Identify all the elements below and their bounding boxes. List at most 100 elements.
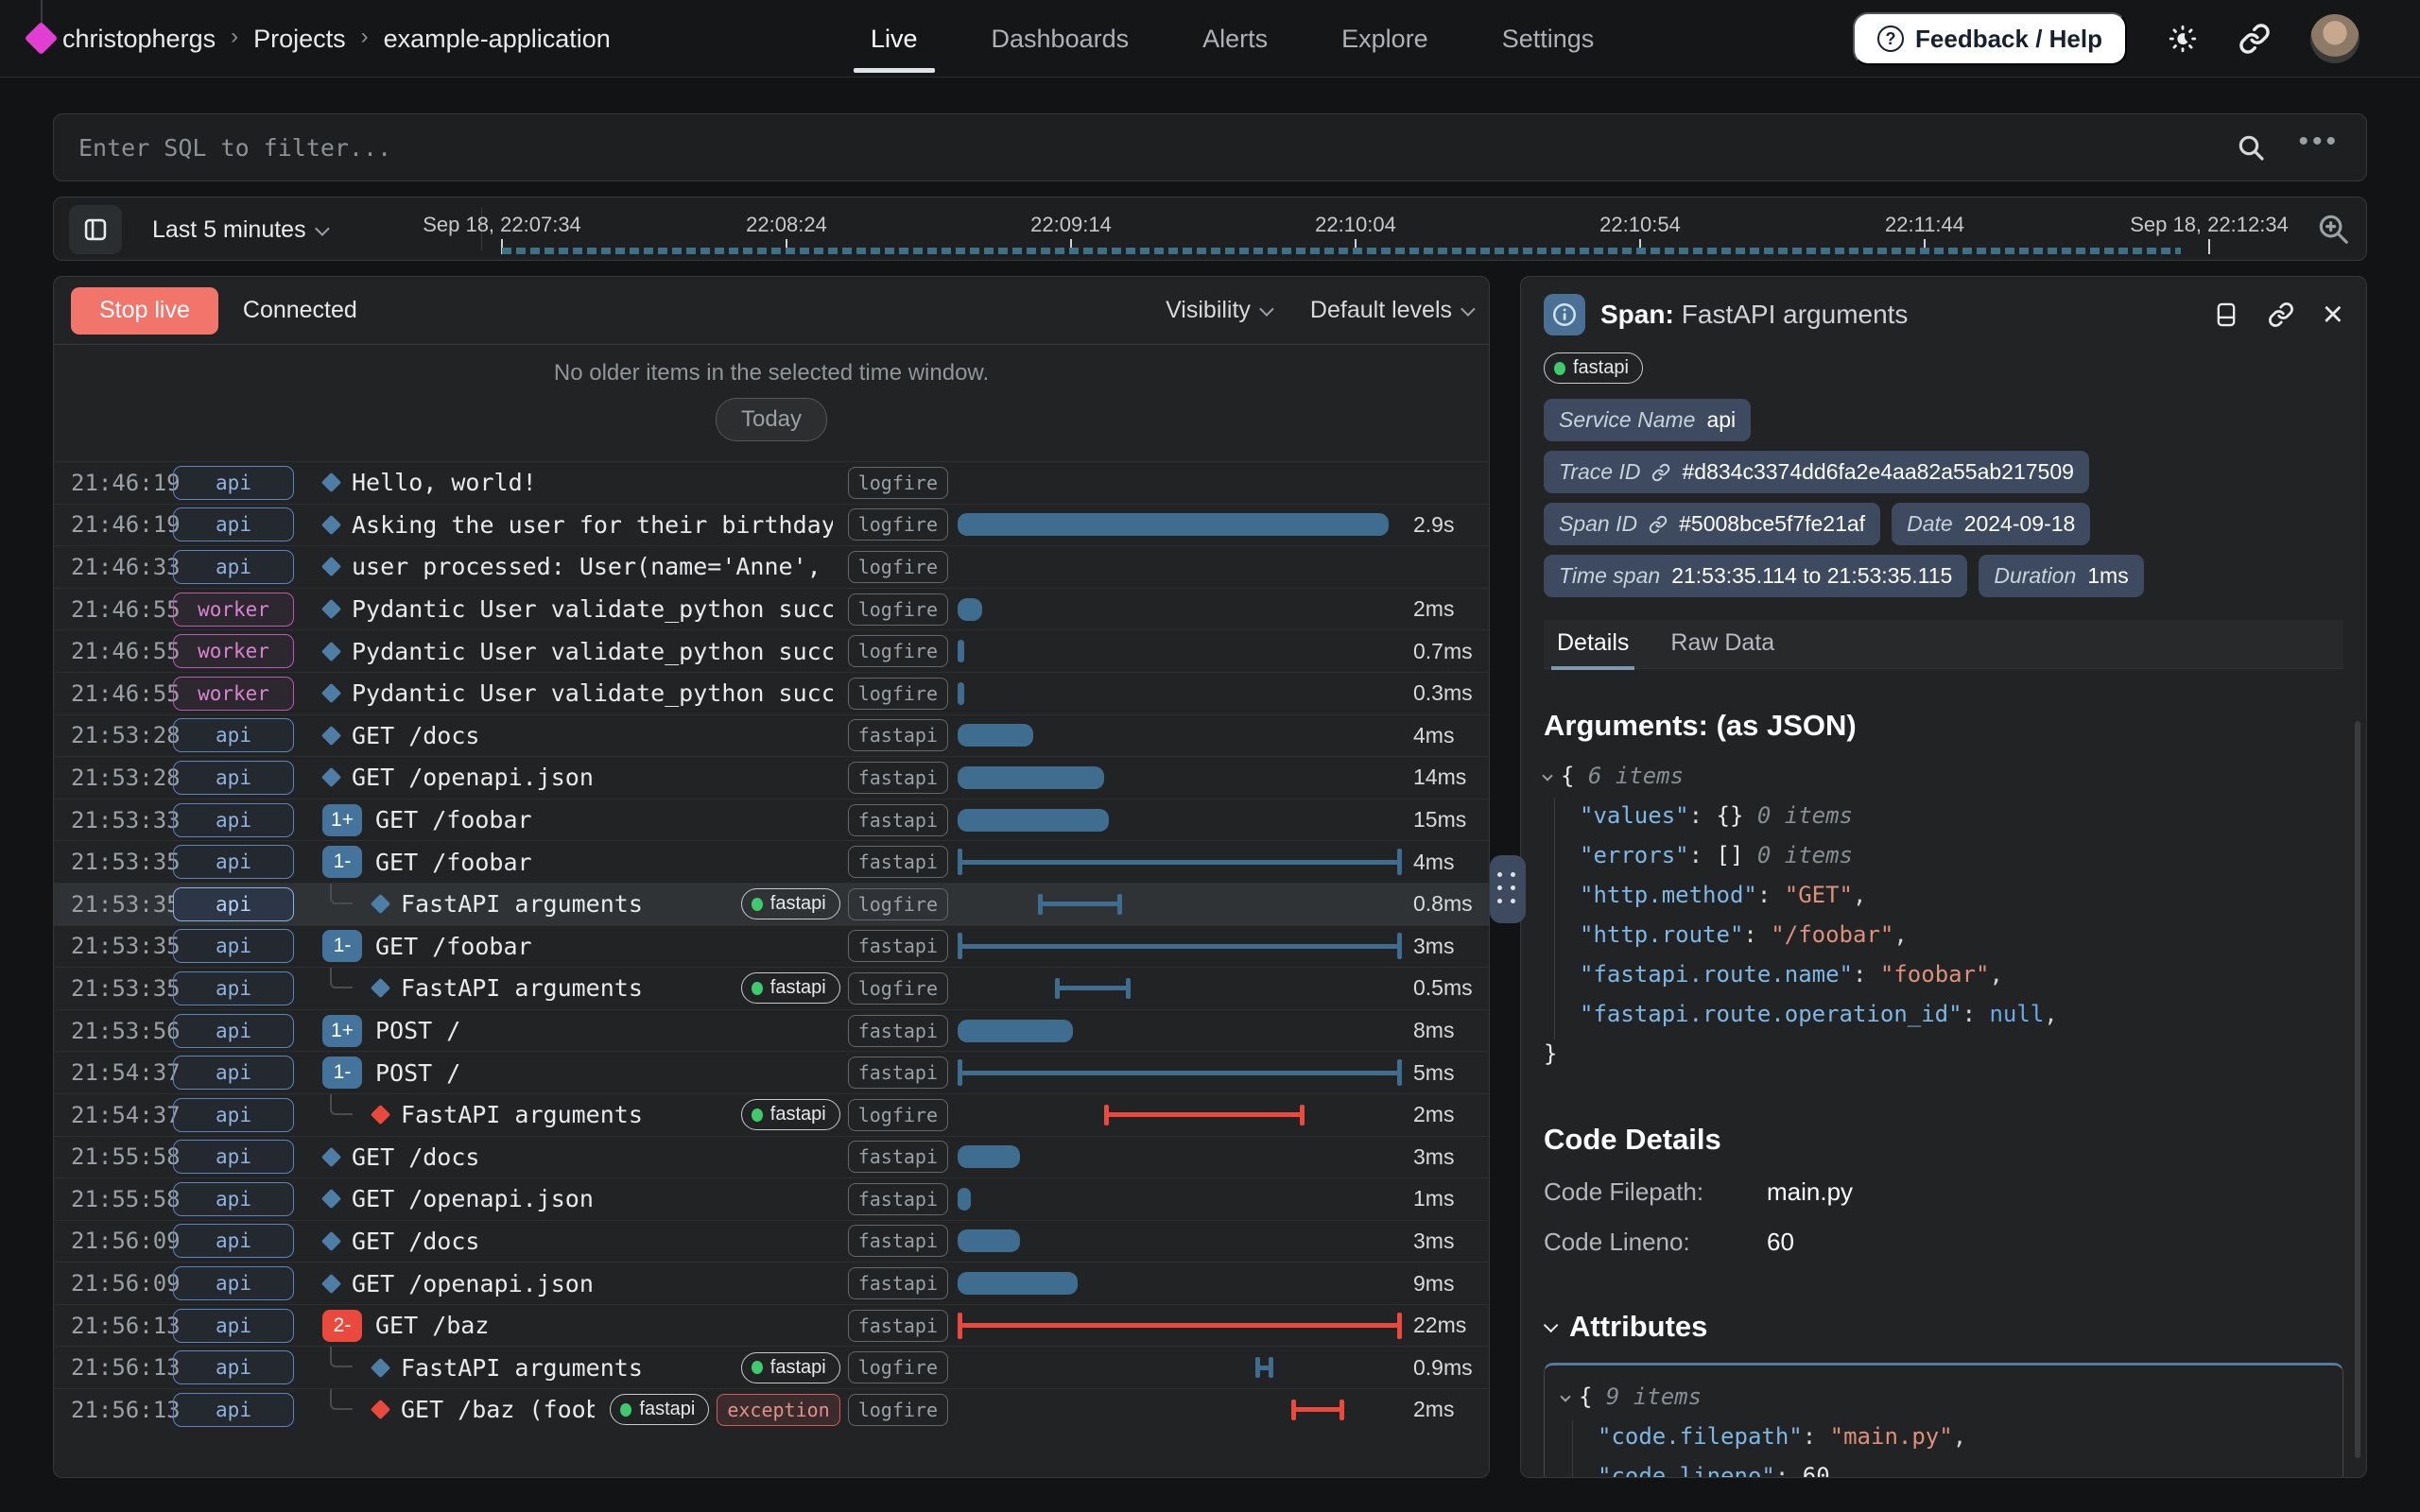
visibility-label: Visibility — [1166, 297, 1251, 324]
timeline-tick-label: 22:08:24 — [746, 213, 827, 237]
span-tags: logfire — [833, 635, 958, 667]
copy-link-icon[interactable] — [2268, 301, 2294, 328]
trace-row[interactable]: 21:54:37api1-POST /fastapi5ms — [54, 1051, 1489, 1093]
trace-row[interactable]: 21:53:35api1-GET /foobarfastapi3ms — [54, 925, 1489, 968]
duration-bar-zone — [958, 1347, 1402, 1388]
duration-bar-zone — [958, 1263, 1402, 1304]
breadcrumb-project[interactable]: example-application — [384, 25, 611, 54]
visibility-dropdown[interactable]: Visibility — [1166, 297, 1270, 324]
trace-row[interactable]: 21:56:09apiGET /openapi.jsonfastapi9ms — [54, 1262, 1489, 1304]
metadata-chip: Date2024-09-18 — [1892, 503, 2090, 545]
tab-details[interactable]: Details — [1557, 629, 1629, 668]
expand-badge[interactable]: 1+ — [322, 804, 362, 836]
trace-row[interactable]: 21:55:58apiGET /openapi.jsonfastapi1ms — [54, 1177, 1489, 1220]
sql-filter-input[interactable] — [54, 114, 2236, 180]
logfire-logo-icon[interactable] — [25, 22, 58, 55]
today-button[interactable]: Today — [716, 398, 827, 441]
trace-row[interactable]: 21:46:55workerPydantic User validate_pyt… — [54, 672, 1489, 714]
trace-row[interactable]: 21:53:35apiFastAPI argumentsfastapilogfi… — [54, 967, 1489, 1009]
trace-row[interactable]: 21:53:33api1+GET /foobarfastapi15ms — [54, 799, 1489, 841]
history-notice: No older items in the selected time wind… — [54, 345, 1489, 461]
breadcrumb-org[interactable]: christophergs — [62, 25, 216, 54]
theme-toggle-button[interactable] — [2167, 23, 2199, 55]
trace-row[interactable]: 21:56:13apiGET /baz (foobar)fastapiexcep… — [54, 1388, 1489, 1431]
trace-row[interactable]: 21:56:13api2-GET /bazfastapi22ms — [54, 1304, 1489, 1347]
breadcrumb: christophergs › Projects › example-appli… — [62, 0, 611, 77]
row-timestamp: 21:53:35 — [54, 891, 165, 918]
default-levels-dropdown[interactable]: Default levels — [1310, 297, 1472, 324]
span-duration: 22ms — [1402, 1313, 1489, 1338]
trace-row[interactable]: 21:53:56api1+POST /fastapi8ms — [54, 1009, 1489, 1052]
trace-row[interactable]: 21:46:55workerPydantic User validate_pyt… — [54, 629, 1489, 672]
expand-badge[interactable]: 1- — [322, 930, 362, 962]
timeline-zoom-button[interactable] — [2315, 211, 2351, 247]
span-diamond-icon — [371, 1105, 390, 1125]
search-icon[interactable] — [2236, 132, 2266, 163]
trace-row[interactable]: 21:53:28apiGET /docsfastapi4ms — [54, 714, 1489, 757]
chip-value: 1ms — [2087, 563, 2128, 589]
timeline-activity-dashes — [502, 248, 2181, 254]
span-diamond-icon — [321, 1231, 341, 1251]
user-avatar[interactable] — [2310, 14, 2360, 63]
expand-badge[interactable]: 1+ — [322, 1015, 362, 1047]
breadcrumb-projects[interactable]: Projects — [253, 25, 346, 54]
trace-row[interactable]: 21:46:55workerPydantic User validate_pyt… — [54, 588, 1489, 630]
trace-row[interactable]: 21:54:37apiFastAPI argumentsfastapilogfi… — [54, 1093, 1489, 1136]
attributes-json-box: { 9 items"code.filepath": "main.py","cod… — [1544, 1363, 2343, 1478]
trace-row[interactable]: 21:53:28apiGET /openapi.jsonfastapi14ms — [54, 756, 1489, 799]
dock-panel-icon[interactable] — [2213, 301, 2239, 329]
tab-alerts[interactable]: Alerts — [1197, 0, 1273, 77]
span-tag-logfire: logfire — [848, 972, 948, 1005]
trace-row[interactable]: 21:56:13apiFastAPI argumentsfastapilogfi… — [54, 1346, 1489, 1388]
span-diamond-icon — [371, 1358, 390, 1378]
span-tag-logfire: logfire — [848, 888, 948, 920]
tab-settings[interactable]: Settings — [1496, 0, 1600, 77]
span-duration: 15ms — [1402, 807, 1489, 833]
span-diamond-icon — [321, 599, 341, 619]
chip-value: #5008bce5f7fe21af — [1679, 511, 1865, 537]
span-tags: fastapi — [833, 719, 958, 751]
tab-explore[interactable]: Explore — [1336, 0, 1434, 77]
metadata-chip: Duration1ms — [1979, 555, 2143, 597]
expand-badge[interactable]: 1- — [322, 1057, 362, 1089]
brand-line — [41, 0, 43, 25]
collapse-chevron-icon[interactable] — [1542, 770, 1552, 781]
timeline-tick-label: Sep 18, 22:12:34 — [2130, 213, 2289, 237]
trace-row[interactable]: 21:56:09apiGET /docsfastapi3ms — [54, 1220, 1489, 1263]
span-message: FastAPI arguments — [401, 1101, 643, 1128]
row-timestamp: 21:53:35 — [54, 975, 165, 1002]
chip-link-icon[interactable] — [1649, 515, 1668, 534]
span-tag-fastapi: fastapi — [848, 1015, 948, 1047]
duration-bar — [958, 1059, 1402, 1086]
stop-live-button[interactable]: Stop live — [71, 287, 218, 335]
span-tag-exception: exception — [717, 1394, 839, 1426]
trace-row[interactable]: 21:53:35apiFastAPI argumentsfastapilogfi… — [54, 883, 1489, 925]
attributes-json: { 9 items"code.filepath": "main.py","cod… — [1562, 1377, 2325, 1478]
collapse-chevron-icon[interactable] — [1560, 1391, 1570, 1401]
trace-row[interactable]: 21:53:35api1-GET /foobarfastapi4ms — [54, 840, 1489, 883]
expand-badge[interactable]: 1- — [322, 846, 362, 878]
feedback-help-button[interactable]: ? Feedback / Help — [1853, 12, 2127, 65]
time-range-label: Last 5 minutes — [152, 216, 306, 244]
close-panel-button[interactable]: × — [2323, 297, 2343, 333]
share-link-button[interactable] — [2238, 23, 2271, 55]
service-badge: api — [173, 1140, 294, 1174]
service-badge: api — [173, 1266, 294, 1300]
sun-moon-icon — [2167, 23, 2199, 55]
attributes-heading[interactable]: Attributes — [1544, 1310, 2343, 1344]
panel-divider-handle[interactable] — [1490, 855, 1526, 923]
span-tags: fastapi — [833, 1141, 958, 1173]
expand-badge[interactable]: 2- — [322, 1310, 362, 1342]
trace-row[interactable]: 21:46:19apiAsking the user for their bir… — [54, 504, 1489, 546]
trace-row[interactable]: 21:55:58apiGET /docsfastapi3ms — [54, 1136, 1489, 1178]
info-icon — [1544, 294, 1585, 335]
tab-live[interactable]: Live — [865, 0, 924, 77]
trace-row[interactable]: 21:46:33apiuser processed: User(name='An… — [54, 545, 1489, 588]
sidebar-toggle-button[interactable] — [69, 205, 122, 254]
chip-link-icon[interactable] — [1651, 463, 1670, 482]
tab-raw-data[interactable]: Raw Data — [1670, 629, 1774, 668]
tab-dashboards[interactable]: Dashboards — [986, 0, 1135, 77]
detail-scrollbar[interactable] — [2355, 721, 2360, 1458]
trace-row[interactable]: 21:46:19apiHello, world!logfire — [54, 461, 1489, 504]
time-range-dropdown[interactable]: Last 5 minutes — [152, 198, 326, 262]
